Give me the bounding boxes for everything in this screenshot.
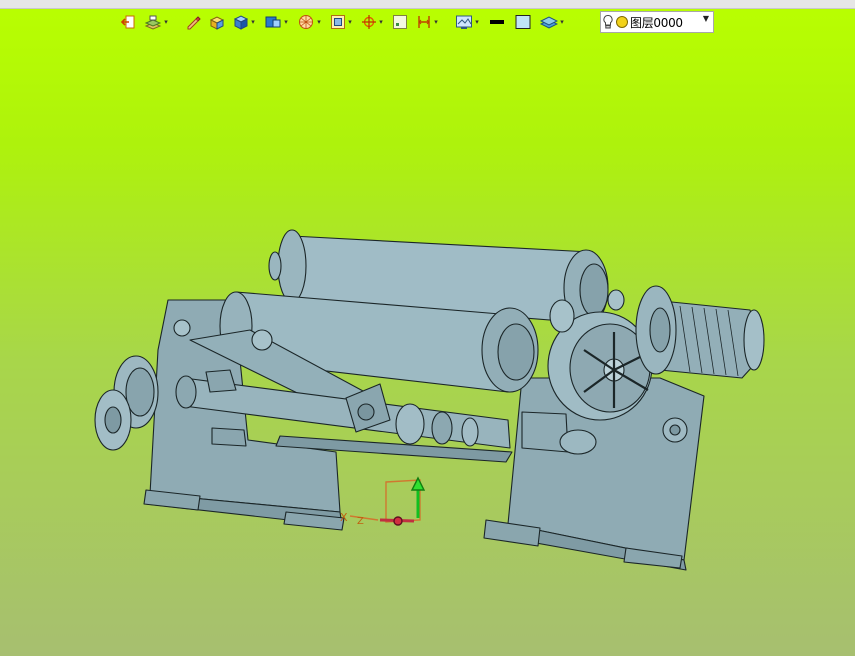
triad-x-label: X <box>340 511 348 524</box>
axis-triad: X Z <box>340 476 426 527</box>
roller-machine-model[interactable]: X Z <box>0 0 855 656</box>
triad-z-label: Z <box>357 516 364 527</box>
